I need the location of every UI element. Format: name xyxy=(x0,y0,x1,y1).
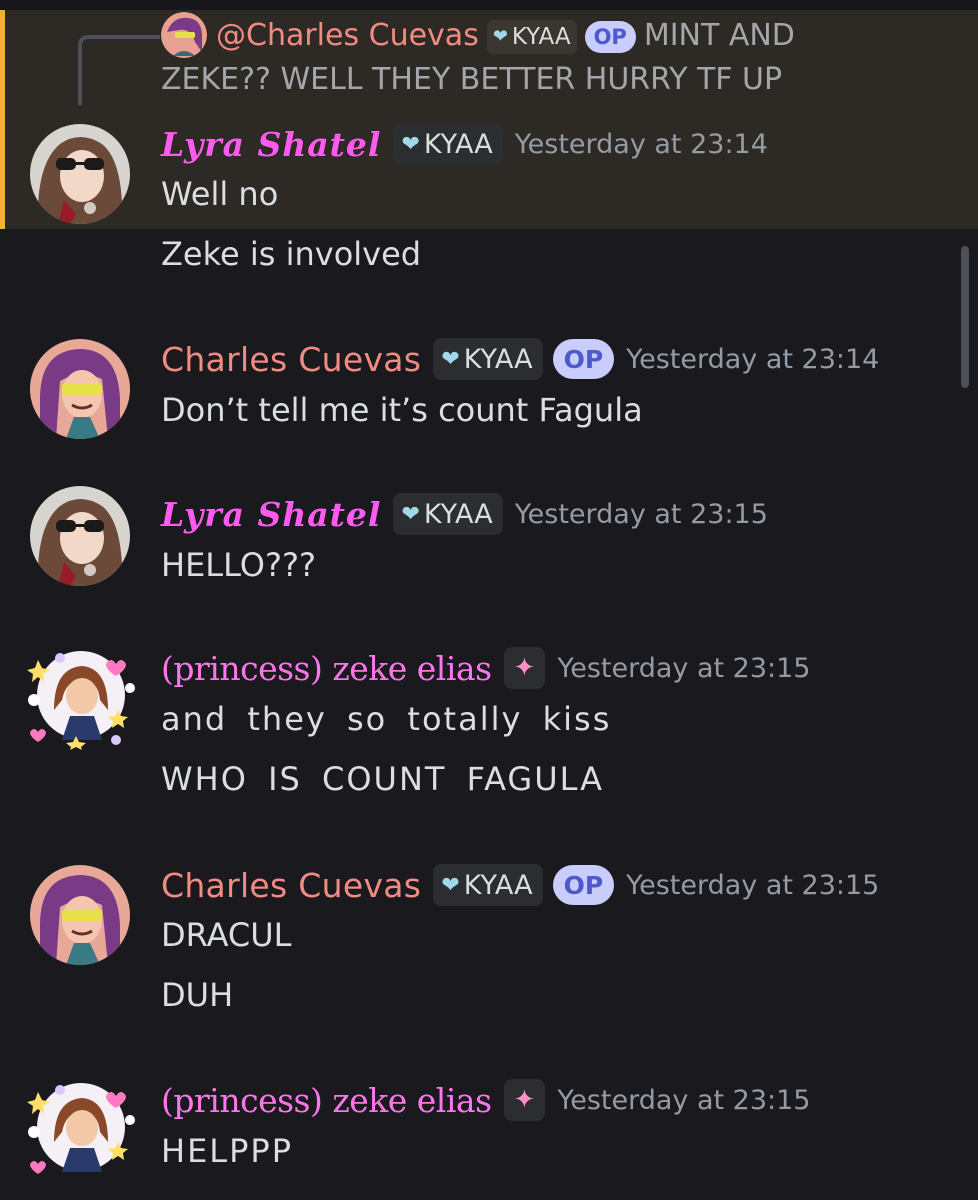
role-tag[interactable]: ✦ xyxy=(503,647,546,689)
message-line: Don’t tell me it’s count Fagula xyxy=(161,391,643,429)
scrollbar[interactable] xyxy=(961,246,969,388)
message-line: DUH xyxy=(161,976,234,1014)
message-line: HELPPP xyxy=(161,1132,293,1170)
message-header: Lyra Shatel ❤ KYAA Yesterday at 23:15 xyxy=(161,489,768,539)
avatar-lyra[interactable] xyxy=(30,486,130,586)
timestamp: Yesterday at 23:15 xyxy=(557,652,811,684)
role-tag[interactable]: ✦ xyxy=(503,1079,546,1121)
author-name[interactable]: Charles Cuevas xyxy=(161,866,421,905)
message-line: and they so totally kiss xyxy=(161,700,612,738)
op-badge: OP xyxy=(552,865,615,905)
message-header: Lyra Shatel ❤ KYAA Yesterday at 23:14 xyxy=(161,119,768,169)
reply-tag-label: KYAA xyxy=(511,23,571,50)
role-tag[interactable]: ❤ KYAA xyxy=(393,123,503,165)
role-tag-label: KYAA xyxy=(423,498,493,530)
message-header: (princess) zeke elias ✦ Yesterday at 23:… xyxy=(161,643,811,693)
message-line: HELLO??? xyxy=(161,546,316,584)
timestamp: Yesterday at 23:15 xyxy=(626,869,880,901)
message-header: Charles Cuevas ❤ KYAA OP Yesterday at 23:… xyxy=(161,860,879,910)
heart-icon: ❤ xyxy=(441,346,460,372)
role-tag[interactable]: ❤ KYAA xyxy=(393,493,503,535)
heart-icon: ❤ xyxy=(441,872,460,898)
message-header: (princess) zeke elias ✦ Yesterday at 23:… xyxy=(161,1075,811,1125)
reply-preview[interactable]: @Charles Cuevas ❤ KYAA OP MINT AND ZEKE?? WE… xyxy=(161,14,851,102)
reply-connector-line xyxy=(78,35,160,105)
reply-tag: ❤ KYAA xyxy=(486,19,577,54)
timestamp: Yesterday at 23:14 xyxy=(514,128,768,160)
message-line: Zeke is involved xyxy=(161,235,422,273)
avatar-zeke[interactable] xyxy=(26,1072,136,1182)
heart-icon: ❤ xyxy=(401,501,420,527)
message-line: DRACUL xyxy=(161,916,292,954)
chat-screen: @Charles Cuevas ❤ KYAA OP MINT AND ZEKE?? WE… xyxy=(0,0,978,1200)
timestamp: Yesterday at 23:15 xyxy=(557,1084,811,1116)
top-strip xyxy=(0,0,978,10)
message-header: Charles Cuevas ❤ KYAA OP Yesterday at 23:… xyxy=(161,334,879,384)
author-name[interactable]: Charles Cuevas xyxy=(161,340,421,379)
author-name[interactable]: (princess) zeke elias xyxy=(161,1081,492,1120)
role-tag[interactable]: ❤ KYAA xyxy=(433,338,543,380)
avatar-charles[interactable] xyxy=(30,339,130,439)
role-tag-label: KYAA xyxy=(423,128,493,160)
author-name[interactable]: Lyra Shatel xyxy=(161,495,381,534)
author-name[interactable]: Lyra Shatel xyxy=(161,125,381,164)
role-tag[interactable]: ❤ KYAA xyxy=(433,864,543,906)
role-tag-label: KYAA xyxy=(463,869,533,901)
author-name[interactable]: (princess) zeke elias xyxy=(161,649,492,688)
avatar-zeke[interactable] xyxy=(26,640,136,750)
reply-author[interactable]: @Charles Cuevas xyxy=(216,18,479,53)
heart-icon: ❤ xyxy=(401,131,420,157)
bow-icon: ✦ xyxy=(513,1085,536,1115)
reply-op-badge: OP xyxy=(584,20,636,53)
timestamp: Yesterday at 23:14 xyxy=(626,343,880,375)
message-line: WHO IS COUNT FAGULA xyxy=(161,760,605,798)
avatar-charles[interactable] xyxy=(30,865,130,965)
message-line: Well no xyxy=(161,175,279,213)
heart-icon: ❤ xyxy=(492,25,508,47)
avatar-lyra[interactable] xyxy=(30,124,130,224)
op-badge: OP xyxy=(552,339,615,379)
bow-icon: ✦ xyxy=(513,653,536,683)
timestamp: Yesterday at 23:15 xyxy=(514,498,768,530)
role-tag-label: KYAA xyxy=(463,343,533,375)
